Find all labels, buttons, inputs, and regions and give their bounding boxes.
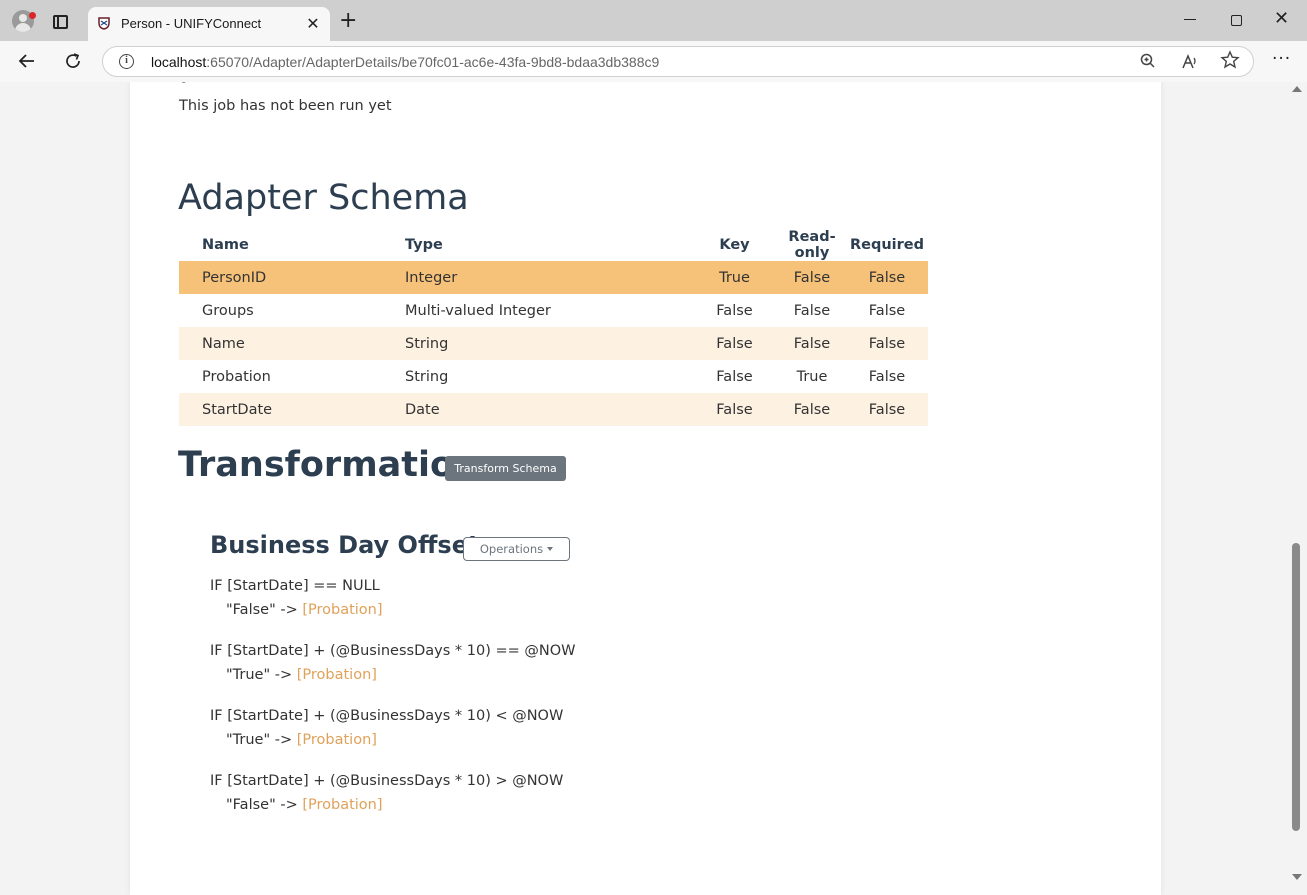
rule-target-field[interactable]: [Probation] [302,602,382,618]
adapter-schema-heading: Adapter Schema [178,178,469,218]
cell-key: True [719,269,750,286]
rule-assignment: "False" -> [Probation] [210,598,383,622]
column-header-name[interactable]: Name [179,229,405,261]
browser-tab-strip: Person - UNIFYConnect ✕ + ✕ [0,0,1307,41]
cell-required: False [868,302,906,319]
read-aloud-icon[interactable] [1181,53,1199,71]
info-icon[interactable]: i [119,54,134,69]
transformation-rule: IF [StartDate] + (@BusinessDays * 10) < … [210,704,563,752]
rule-condition: IF [StartDate] + (@BusinessDays * 10) > … [210,773,564,789]
tab-close-icon[interactable]: ✕ [304,14,322,33]
table-row[interactable]: Name String False False False [179,327,928,360]
scrollbar-thumb[interactable] [1292,543,1300,831]
window-minimize-button[interactable] [1184,19,1196,20]
cell-required: False [868,335,906,352]
adapter-schema-table: Name Type Key Read-only Required PersonI… [179,229,928,426]
address-bar[interactable]: i localhost:65070/Adapter/AdapterDetails… [102,46,1254,77]
tab-title: Person - UNIFYConnect [121,16,262,31]
transformation-rule: IF [StartDate] == NULL "False" -> [Proba… [210,574,383,622]
cell-readonly: False [793,335,831,352]
cell-type: String [405,368,449,385]
column-header-required[interactable]: Required [846,229,928,261]
scroll-up-arrow-icon[interactable] [1292,86,1302,92]
rule-value: "True" -> [226,732,297,748]
cell-required: False [868,269,906,286]
rule-assignment: "True" -> [Probation] [210,728,563,752]
reload-icon[interactable] [62,50,84,72]
table-row[interactable]: Groups Multi-valued Integer False False … [179,294,928,327]
table-row[interactable]: StartDate Date False False False [179,393,928,426]
favorites-star-icon[interactable] [1220,50,1240,70]
cell-key: False [716,368,753,385]
back-arrow-icon[interactable] [16,50,38,72]
rule-value: "False" -> [226,602,303,618]
browser-navbar: i localhost:65070/Adapter/AdapterDetails… [0,41,1307,82]
rule-assignment: "True" -> [Probation] [210,663,575,687]
column-header-type[interactable]: Type [405,229,691,261]
table-header-row: Name Type Key Read-only Required [179,229,928,261]
page-viewport: · This job has not been run yet Adapter … [0,82,1307,895]
column-header-readonly[interactable]: Read-only [778,229,846,261]
window-close-button[interactable]: ✕ [1274,8,1289,29]
clipped-section-heading: · [178,82,189,99]
vertical-scrollbar[interactable] [1287,82,1307,895]
scroll-down-arrow-icon[interactable] [1292,874,1302,880]
cell-readonly: False [793,401,831,418]
site-favicon [98,17,110,30]
browser-tab-active[interactable]: Person - UNIFYConnect ✕ [88,7,330,41]
transformation-rule: IF [StartDate] + (@BusinessDays * 10) > … [210,769,563,817]
cell-name: Name [202,335,245,352]
cell-key: False [716,335,753,352]
rule-condition: IF [StartDate] + (@BusinessDays * 10) < … [210,708,564,724]
cell-required: False [868,401,906,418]
url-text[interactable]: localhost:65070/Adapter/AdapterDetails/b… [151,54,659,70]
cell-readonly: False [793,269,831,286]
rule-target-field[interactable]: [Probation] [297,667,377,683]
transform-schema-button[interactable]: Transform Schema [445,456,566,481]
operations-dropdown-button[interactable]: Operations [463,537,570,561]
job-status-text: This job has not been run yet [179,98,392,114]
tab-actions-icon[interactable] [53,15,68,29]
zoom-icon[interactable] [1139,52,1157,70]
column-header-key[interactable]: Key [691,229,778,261]
content-card: · This job has not been run yet Adapter … [130,82,1161,895]
cell-readonly: True [796,368,828,385]
cell-type: Date [405,401,440,418]
profile-notification-dot [29,12,36,19]
rule-target-field[interactable]: [Probation] [297,732,377,748]
cell-name: StartDate [202,401,273,418]
rule-condition: IF [StartDate] == NULL [210,578,380,594]
rule-value: "False" -> [226,797,303,813]
cell-name: Groups [202,302,254,319]
table-row[interactable]: Probation String False True False [179,360,928,393]
cell-required: False [868,368,906,385]
new-tab-button[interactable]: + [339,8,357,33]
transformation-rule: IF [StartDate] + (@BusinessDays * 10) ==… [210,639,575,687]
transformation-title: Business Day Offset [210,531,480,559]
cell-readonly: False [793,302,831,319]
rule-condition: IF [StartDate] + (@BusinessDays * 10) ==… [210,643,576,659]
caret-down-icon [547,546,554,551]
cell-type: String [405,335,449,352]
rule-value: "True" -> [226,667,297,683]
table-row[interactable]: PersonID Integer True False False [179,261,928,294]
more-menu-icon[interactable]: ··· [1272,49,1291,69]
cell-type: Integer [405,269,458,286]
cell-name: Probation [202,368,271,385]
rule-assignment: "False" -> [Probation] [210,793,563,817]
rule-target-field[interactable]: [Probation] [302,797,382,813]
cell-name: PersonID [202,269,267,286]
cell-type: Multi-valued Integer [405,302,551,319]
cell-key: False [716,302,753,319]
window-maximize-button[interactable] [1231,15,1242,26]
operations-label: Operations [479,542,544,556]
cell-key: False [716,401,753,418]
